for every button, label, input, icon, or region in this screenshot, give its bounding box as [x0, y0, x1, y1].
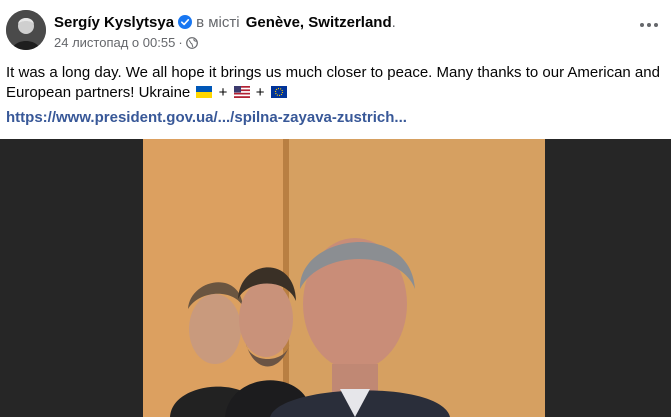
plus-sign: + [255, 84, 265, 101]
post-meta: 24 листопад о 00:55 · [54, 35, 198, 51]
meta-separator: · [178, 35, 183, 50]
post-text: It was a long day. We all hope it brings… [6, 63, 666, 103]
post-header: Sergíy Kyslytsya в місті Genève, Switzerl… [6, 8, 666, 54]
verified-badge-icon [178, 15, 193, 29]
post-timestamp[interactable]: 24 листопад о 00:55 [54, 35, 175, 50]
more-options-icon[interactable] [634, 10, 664, 40]
ukraine-flag-icon [196, 84, 213, 98]
avatar[interactable] [6, 10, 46, 50]
usa-flag-icon [233, 84, 250, 98]
facebook-post: Sergíy Kyslytsya в місті Genève, Switzerl… [0, 0, 671, 417]
location-prefix: в місті [196, 14, 240, 31]
author-line: Sergíy Kyslytsya в місті Genève, Switzerl… [54, 14, 396, 32]
plus-sign: + [218, 84, 228, 101]
location-link[interactable]: Genève, Switzerland [246, 14, 392, 31]
location-suffix: . [391, 14, 396, 31]
globe-icon[interactable] [185, 37, 198, 49]
post-text-main: It was a long day. We all hope it brings… [6, 64, 660, 101]
eu-flag-icon [270, 84, 287, 98]
post-video[interactable] [0, 139, 671, 417]
external-link[interactable]: https://www.president.gov.ua/.../spilna-… [6, 109, 407, 126]
author-name[interactable]: Sergíy Kyslytsya [54, 14, 174, 31]
